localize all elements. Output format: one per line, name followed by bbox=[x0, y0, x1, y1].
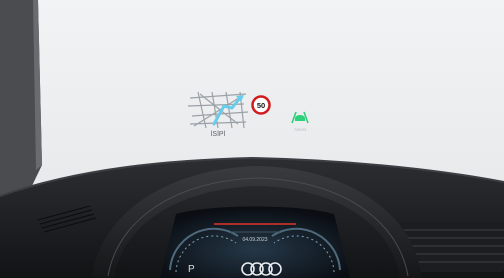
cluster-date: 04.09.2023 bbox=[242, 237, 267, 243]
lane-assist-label: Assist bbox=[294, 127, 307, 132]
car-interior-hud-scene: 04.09.2023 P ǀSǀPǀ 50 Assist bbox=[0, 0, 504, 278]
gear-indicator: P bbox=[188, 264, 195, 275]
speed-limit-value: 50 bbox=[257, 101, 265, 110]
hud-gear-indicator: ǀSǀPǀ bbox=[211, 131, 226, 138]
instrument-cluster: 04.09.2023 P bbox=[160, 206, 350, 278]
speed-limit-sign: 50 bbox=[251, 95, 271, 115]
